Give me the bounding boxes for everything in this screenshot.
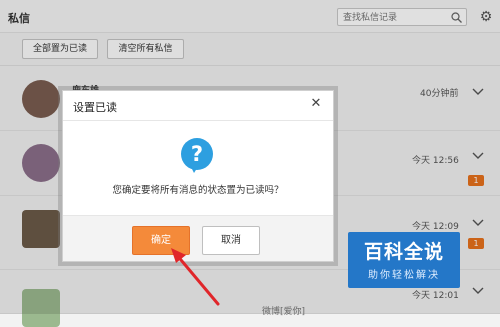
annotation-arrow [171,248,220,306]
close-icon[interactable]: ✕ [309,97,323,111]
watermark-logo: 百科全说 助你轻松解决 [348,232,460,288]
confirm-dialog: 设置已读 ✕ ? 您确定要将所有消息的状态置为已读吗？ 确定 取消 [62,90,334,262]
dialog-title: 设置已读 [73,101,117,114]
dialog-message: 您确定要将所有消息的状态置为已读吗？ [112,185,284,196]
watermark-tagline: 助你轻松解决 [368,270,440,281]
question-icon-tail [190,165,199,173]
watermark-brand: 百科全说 [363,241,444,263]
dialog-divider [63,120,333,121]
